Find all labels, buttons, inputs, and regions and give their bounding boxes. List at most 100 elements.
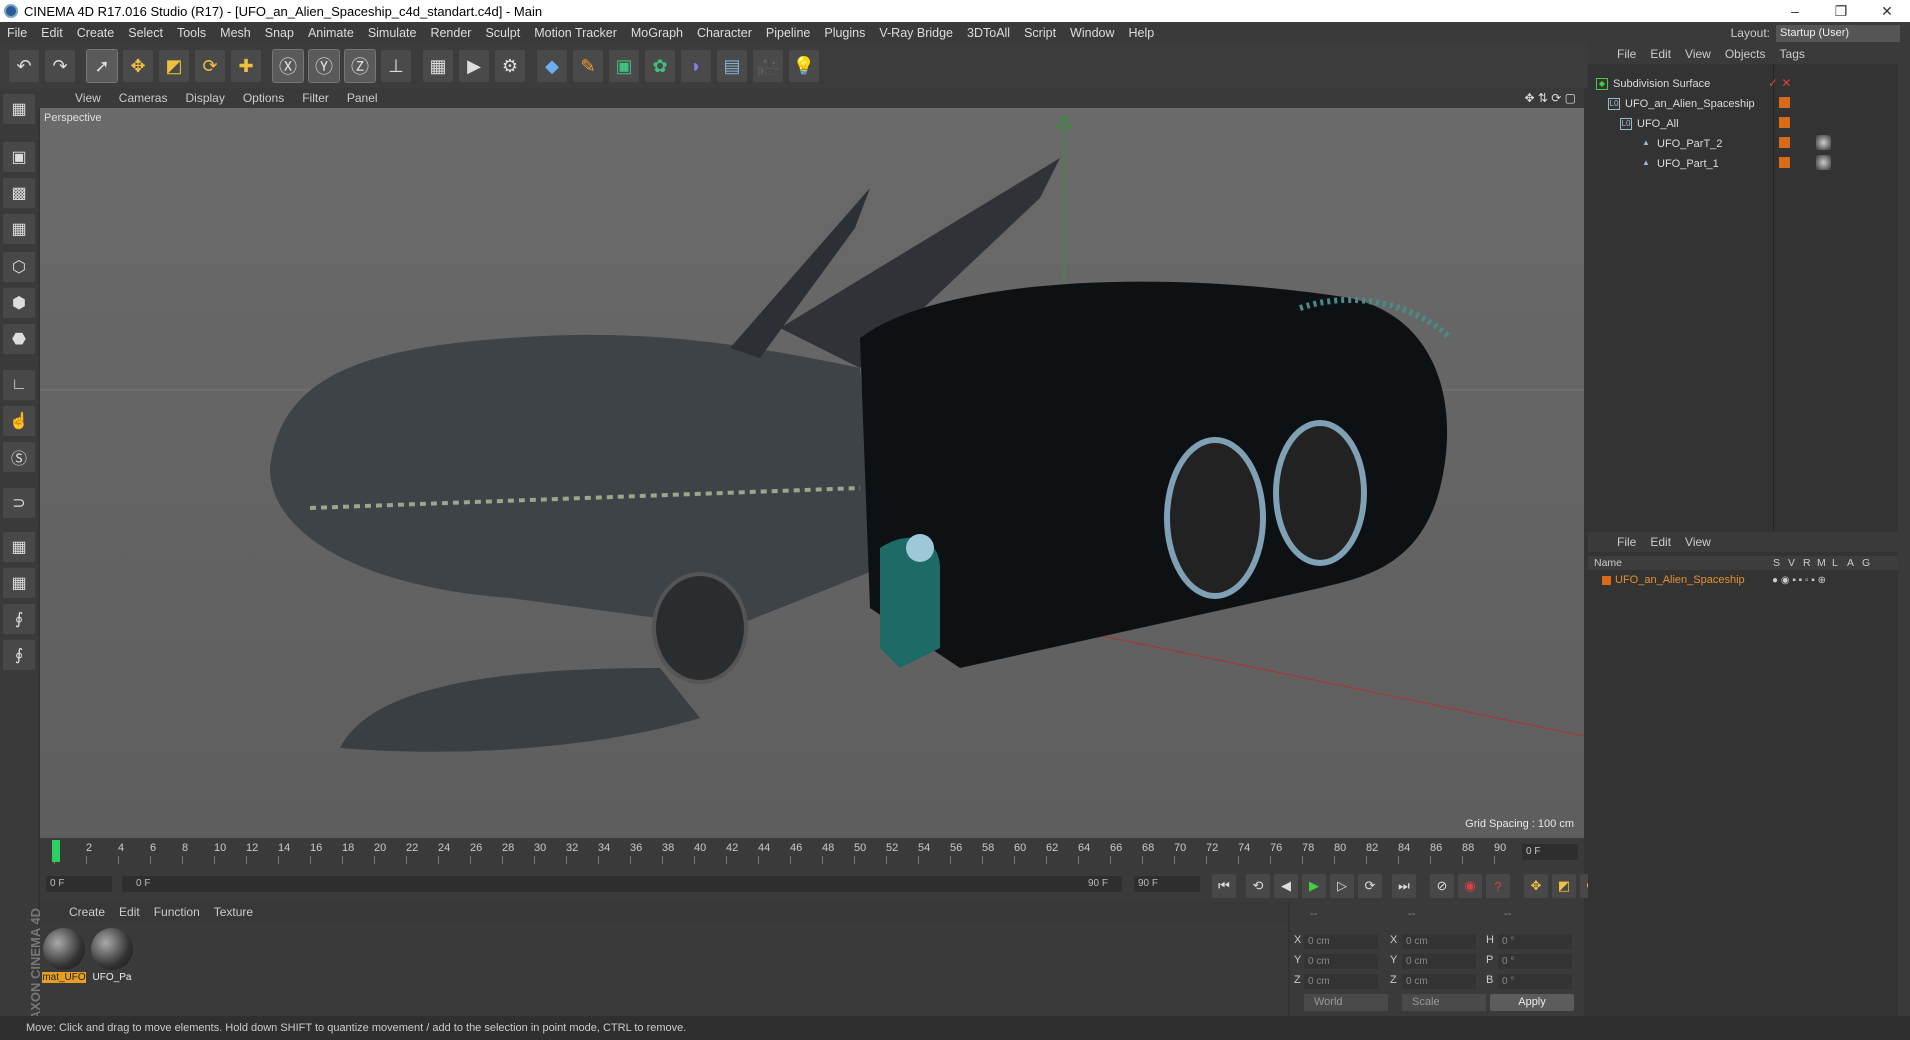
layer-color-swatch[interactable]	[1779, 97, 1790, 108]
viewport-menu-options[interactable]: Options	[234, 91, 293, 105]
timeline[interactable]: 0246810121416182022242628303234363840424…	[40, 838, 1584, 866]
object-menu-tags[interactable]: Tags	[1773, 47, 1812, 61]
material-menu-create[interactable]: Create	[62, 905, 112, 919]
rotation-p-field[interactable]: 0 °	[1498, 954, 1572, 969]
menu-3dtoall[interactable]: 3DToAll	[960, 26, 1017, 40]
apply-button[interactable]: Apply	[1490, 994, 1574, 1011]
viewport-menu-panel[interactable]: Panel	[338, 91, 387, 105]
object-menu-edit[interactable]: Edit	[1643, 47, 1678, 61]
render-view-icon[interactable]: ▦	[423, 50, 453, 82]
object-menu-file[interactable]: File	[1610, 47, 1643, 61]
menu-mograph[interactable]: MoGraph	[624, 26, 690, 40]
menu-window[interactable]: Window	[1063, 26, 1121, 40]
material-swatch[interactable]: UFO_Pa	[90, 928, 134, 983]
menu-create[interactable]: Create	[70, 26, 122, 40]
menu-motion-tracker[interactable]: Motion Tracker	[527, 26, 624, 40]
menu-mesh[interactable]: Mesh	[213, 26, 258, 40]
material-tag-icon[interactable]	[1816, 155, 1831, 170]
python-script-icon[interactable]: ∮	[3, 640, 35, 670]
timeline-ruler[interactable]: 0246810121416182022242628303234363840424…	[52, 838, 1532, 866]
record-icon[interactable]: ◉	[1458, 874, 1482, 898]
polygons-mode-icon[interactable]: ⬣	[3, 324, 35, 354]
light-icon[interactable]: 💡	[789, 50, 819, 82]
tree-row[interactable]: ▲ UFO_Part_1	[1588, 154, 1898, 174]
viewport-menu-filter[interactable]: Filter	[293, 91, 338, 105]
subdivision-icon[interactable]: ▣	[609, 50, 639, 82]
3d-viewport[interactable]: Perspective Grid Spacing : 100 cm	[40, 108, 1584, 838]
key-position-icon[interactable]: ✥	[1524, 874, 1548, 898]
menu-animate[interactable]: Animate	[301, 26, 361, 40]
menu-select[interactable]: Select	[121, 26, 170, 40]
size-z-field[interactable]: 0 cm	[1402, 974, 1476, 989]
restore-button[interactable]: ❐	[1818, 3, 1864, 20]
layer-menu-file[interactable]: File	[1610, 535, 1643, 549]
layer-color-swatch[interactable]	[1779, 117, 1790, 128]
layer-flags-icons[interactable]: ● ◉ ▪ ▪ ▫ ▪ ⊕	[1772, 575, 1826, 586]
render-settings-icon[interactable]: ⚙	[495, 50, 525, 82]
position-z-field[interactable]: 0 cm	[1304, 974, 1378, 989]
object-menu-objects[interactable]: Objects	[1718, 47, 1773, 61]
tree-row[interactable]: ◆ Subdivision Surface	[1588, 74, 1898, 94]
lock-workplane-icon[interactable]: ▦	[3, 532, 35, 562]
snap-icon[interactable]: ⊃	[3, 488, 35, 518]
position-y-field[interactable]: 0 cm	[1304, 954, 1378, 969]
layout-select[interactable]: Startup (User)	[1776, 24, 1900, 42]
pen-icon[interactable]: ✎	[573, 50, 603, 82]
size-x-field[interactable]: 0 cm	[1402, 934, 1476, 949]
menu-help[interactable]: Help	[1122, 26, 1162, 40]
end-frame-field[interactable]: 90 F	[1134, 876, 1200, 892]
position-x-field[interactable]: 0 cm	[1304, 934, 1378, 949]
goto-start-icon[interactable]: ⏮	[1212, 874, 1236, 898]
subdivision-enabled-icon[interactable]: ✓ ✕	[1768, 76, 1791, 90]
x-axis-icon[interactable]: Ⓧ	[272, 49, 304, 83]
menu-edit[interactable]: Edit	[34, 26, 70, 40]
layer-color-swatch[interactable]	[1779, 137, 1790, 148]
layer-row[interactable]: UFO_an_Alien_Spaceship ● ◉ ▪ ▪ ▫ ▪ ⊕	[1588, 572, 1898, 588]
planar-workplane-icon[interactable]: ▦	[3, 568, 35, 598]
viewport-menu-display[interactable]: Display	[176, 91, 233, 105]
motion-record-icon[interactable]: ⊘	[1430, 874, 1454, 898]
coord-mode-dropdown[interactable]: World	[1304, 994, 1388, 1011]
menu-script[interactable]: Script	[1017, 26, 1063, 40]
minimize-button[interactable]: –	[1772, 3, 1818, 20]
size-mode-dropdown[interactable]: Scale	[1402, 994, 1486, 1011]
texture-mode-icon[interactable]: ▩	[3, 178, 35, 208]
menu-plugins[interactable]: Plugins	[817, 26, 872, 40]
autokey-icon[interactable]: ?	[1486, 874, 1510, 898]
select-arrow-icon[interactable]: ➚	[86, 49, 118, 83]
prev-frame-icon[interactable]: ◀	[1274, 874, 1298, 898]
menu-pipeline[interactable]: Pipeline	[759, 26, 817, 40]
make-editable-icon[interactable]: ▦	[3, 94, 35, 124]
key-scale-icon[interactable]: ◩	[1552, 874, 1576, 898]
undo-icon[interactable]: ↶	[9, 50, 39, 82]
menu-snap[interactable]: Snap	[258, 26, 301, 40]
model-mode-icon[interactable]: ▣	[3, 142, 35, 172]
right-tab-strip[interactable]	[1898, 44, 1910, 1016]
edges-mode-icon[interactable]: ⬢	[3, 288, 35, 318]
axis-mode-icon[interactable]: ∟	[3, 370, 35, 400]
goto-end-icon[interactable]: ⏭	[1392, 874, 1416, 898]
close-button[interactable]: ✕	[1864, 3, 1910, 20]
material-swatch[interactable]: mat_UFO	[42, 928, 86, 983]
cube-icon[interactable]: ◆	[537, 50, 567, 82]
cloner-icon[interactable]: ✿	[645, 50, 675, 82]
move-icon[interactable]: ✥	[123, 50, 153, 82]
material-menu-edit[interactable]: Edit	[112, 905, 147, 919]
z-axis-icon[interactable]: Ⓩ	[344, 49, 376, 83]
camera-icon[interactable]: 🎥	[753, 50, 783, 82]
tweak-mode-icon[interactable]: ☝	[3, 406, 35, 436]
render-picture-viewer-icon[interactable]: ▶	[459, 50, 489, 82]
python-icon[interactable]: ∮	[3, 604, 35, 634]
solo-icon[interactable]: Ⓢ	[3, 442, 35, 472]
rotation-b-field[interactable]: 0 °	[1498, 974, 1572, 989]
next-key-icon[interactable]: ⟳	[1358, 874, 1382, 898]
menu-character[interactable]: Character	[690, 26, 759, 40]
y-axis-icon[interactable]: Ⓨ	[308, 49, 340, 83]
start-frame-field[interactable]: 0 F	[46, 876, 112, 892]
next-frame-icon[interactable]: ▷	[1330, 874, 1354, 898]
material-menu-function[interactable]: Function	[147, 905, 207, 919]
current-frame-field[interactable]: 0 F	[1522, 844, 1578, 860]
playhead[interactable]	[52, 840, 60, 862]
workplane-mode-icon[interactable]: ▦	[3, 214, 35, 244]
deformer-icon[interactable]: ◗	[681, 50, 711, 82]
